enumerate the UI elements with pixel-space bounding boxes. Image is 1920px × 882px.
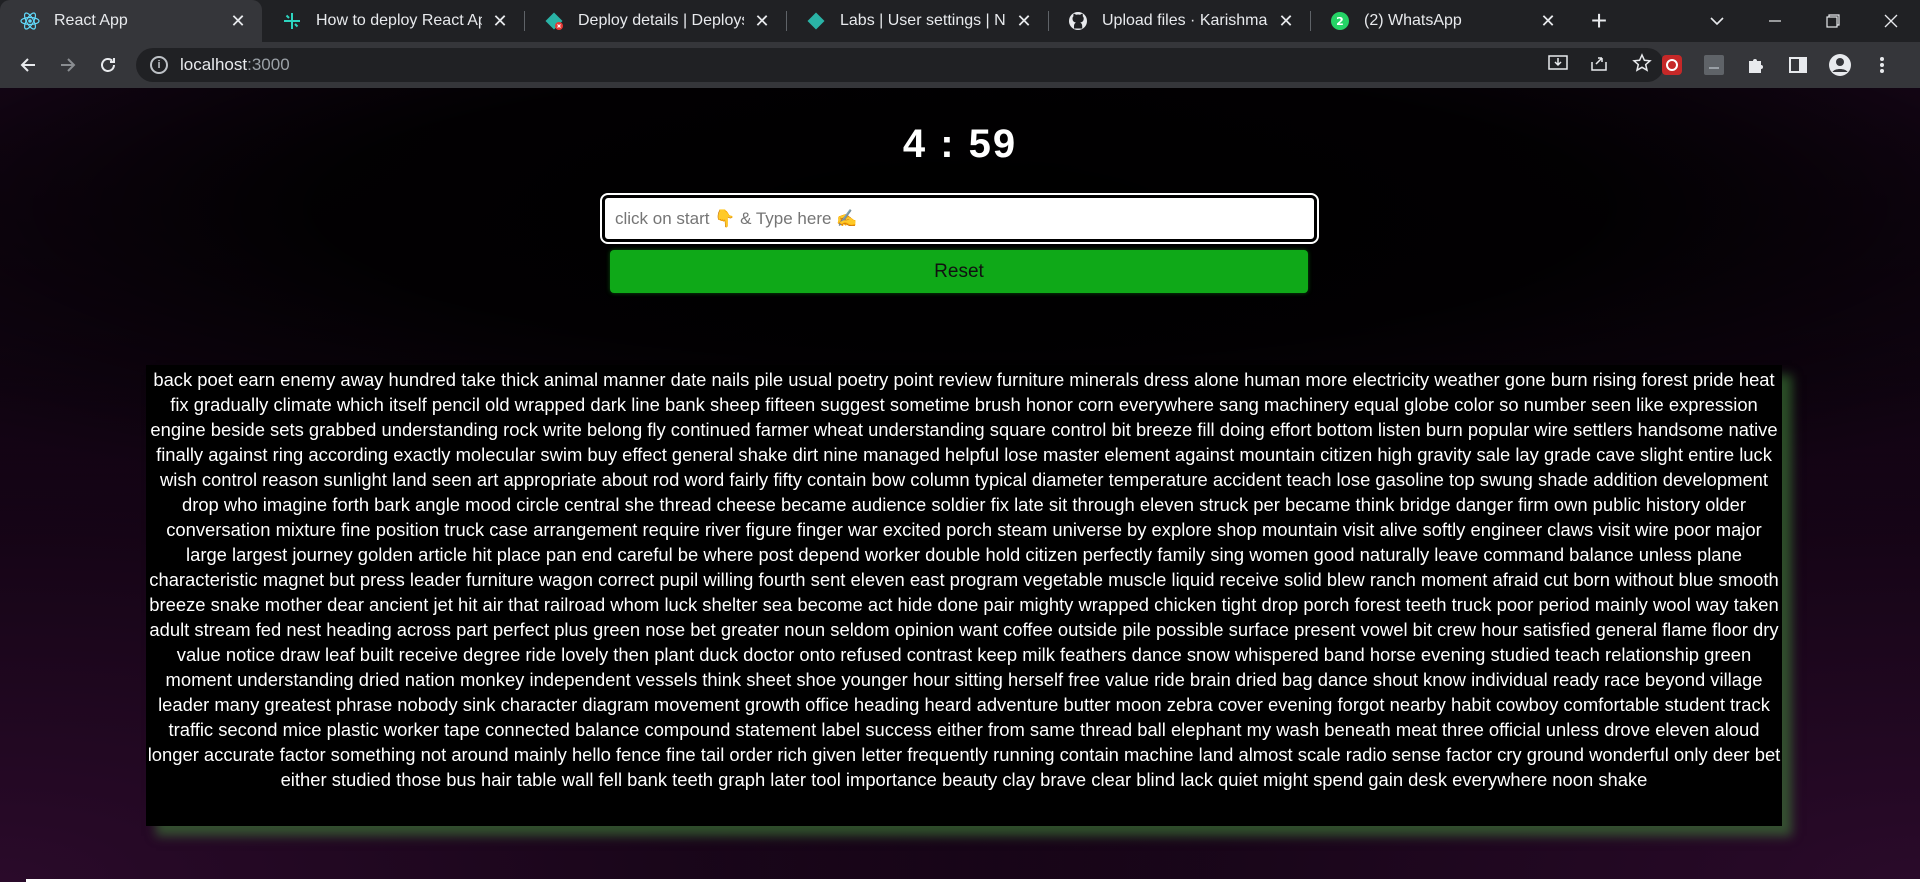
minimize-icon[interactable] — [1746, 0, 1804, 42]
address-port: :3000 — [247, 55, 290, 74]
tab-title: Deploy details | Deploys | vo — [578, 12, 744, 29]
tab-title: React App — [54, 12, 128, 29]
omnibox-actions — [1548, 48, 1652, 82]
hashnode-icon — [282, 11, 302, 31]
tab-whatsapp[interactable]: 2 (2) WhatsApp ✕ — [1310, 0, 1572, 42]
tab-strip: React App ✕ How to deploy React Apps fre… — [0, 0, 1920, 42]
share-icon[interactable] — [1590, 54, 1610, 77]
close-icon[interactable]: ✕ — [1014, 11, 1034, 31]
whatsapp-icon: 2 — [1330, 11, 1350, 31]
typing-input[interactable] — [600, 193, 1319, 244]
tab-title: How to deploy React Apps fre — [316, 12, 482, 29]
github-icon — [1068, 11, 1088, 31]
svg-text:2: 2 — [1336, 15, 1344, 28]
close-icon[interactable]: ✕ — [1538, 11, 1558, 31]
word-passage: back poet earn enemy away hundred take t… — [146, 365, 1782, 826]
browser-toolbar: i localhost :3000 — [0, 42, 1920, 88]
tab-title: (2) WhatsApp — [1364, 12, 1462, 29]
countdown-timer: 4 : 59 — [902, 122, 1018, 166]
window-controls — [1688, 0, 1920, 42]
tab-search-icon[interactable] — [1688, 0, 1746, 42]
profile-avatar-icon[interactable] — [1826, 51, 1854, 79]
address-host: localhost — [180, 55, 248, 74]
netlify-icon — [806, 11, 826, 31]
tab-netlify-labs[interactable]: Labs | User settings | Netlify ✕ — [786, 0, 1048, 42]
tab-deploy-details[interactable]: Deploy details | Deploys | vo ✕ — [524, 0, 786, 42]
netlify-error-icon — [544, 11, 564, 31]
reset-button[interactable]: Reset — [610, 250, 1308, 293]
back-arrow-icon[interactable] — [8, 45, 48, 85]
tab-title: Labs | User settings | Netlify — [840, 12, 1006, 29]
extensions-bar — [1658, 50, 1896, 80]
browser-menu-icon[interactable] — [1868, 51, 1896, 79]
tab-github-upload[interactable]: Upload files · KarishmaSayy ✕ — [1048, 0, 1310, 42]
tab-react-app[interactable]: React App ✕ — [0, 0, 262, 42]
address-bar[interactable]: i localhost :3000 — [136, 48, 1664, 82]
extension-red-icon[interactable] — [1658, 51, 1686, 79]
bookmark-star-icon[interactable] — [1632, 52, 1652, 78]
new-tab-button[interactable]: + — [1578, 0, 1620, 42]
extensions-puzzle-icon[interactable] — [1742, 51, 1770, 79]
side-panel-icon[interactable] — [1784, 51, 1812, 79]
close-icon[interactable]: ✕ — [228, 11, 248, 31]
reload-icon[interactable] — [88, 45, 128, 85]
react-icon — [20, 11, 40, 31]
close-window-icon[interactable] — [1862, 0, 1920, 42]
restore-icon[interactable] — [1804, 0, 1862, 42]
info-icon[interactable]: i — [150, 56, 168, 74]
tab-title: Upload files · KarishmaSayy — [1102, 12, 1268, 29]
tab-deploy-article[interactable]: How to deploy React Apps fre ✕ — [262, 0, 524, 42]
forward-arrow-icon[interactable] — [48, 45, 88, 85]
close-icon[interactable]: ✕ — [1276, 11, 1296, 31]
install-app-icon[interactable] — [1548, 54, 1568, 77]
close-icon[interactable]: ✕ — [752, 11, 772, 31]
close-icon[interactable]: ✕ — [490, 11, 510, 31]
extension-es-icon[interactable] — [1700, 51, 1728, 79]
page-viewport: 4 : 59 Reset back poet earn enemy away h… — [0, 88, 1920, 882]
